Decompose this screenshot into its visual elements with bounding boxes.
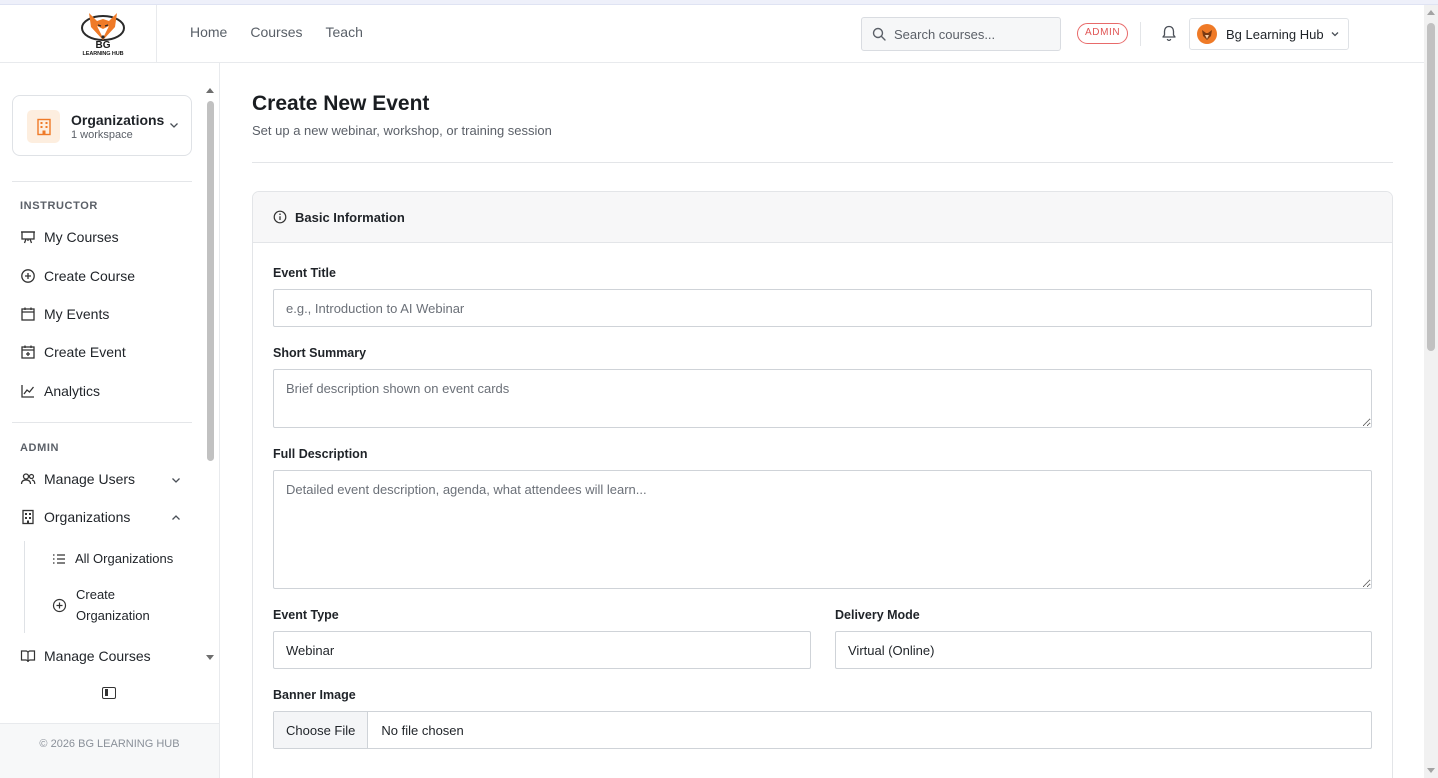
sidebar-divider (12, 422, 192, 423)
sidebar-item-label: My Events (44, 306, 110, 322)
organization-switcher[interactable]: Organizations 1 workspace (12, 95, 192, 156)
delivery-mode-value: Virtual (Online) (848, 642, 935, 658)
chevron-down-icon (170, 123, 178, 128)
page-subtitle: Set up a new webinar, workshop, or train… (252, 123, 552, 138)
nav-home[interactable]: Home (190, 24, 227, 40)
delivery-mode-label: Delivery Mode (835, 608, 920, 622)
presentation-icon (20, 229, 36, 245)
org-switcher-subtitle: 1 workspace (71, 129, 133, 141)
logo-area: BG LEARNING HUB (0, 5, 157, 62)
sidebar-item-label: Analytics (44, 383, 101, 399)
sidebar-item-my-events[interactable]: My Events (12, 299, 192, 329)
avatar (1197, 24, 1217, 44)
event-type-value: Webinar (286, 642, 335, 658)
bell-icon[interactable] (1160, 24, 1178, 42)
sidebar-item-label: Manage Courses (44, 648, 151, 664)
card-header: Basic Information (253, 192, 1392, 243)
delivery-mode-select[interactable]: Virtual (Online) (835, 631, 1372, 669)
event-title-input[interactable] (273, 289, 1372, 327)
nav-courses[interactable]: Courses (250, 24, 302, 40)
scroll-down-arrow-icon[interactable] (206, 655, 214, 660)
sidebar-item-create-event[interactable]: Create Event (12, 337, 192, 367)
brand-logo[interactable]: BG LEARNING HUB (76, 9, 130, 61)
sidebar-item-label: My Courses (44, 229, 119, 245)
page-scrollbar-thumb[interactable] (1427, 23, 1435, 351)
chevron-down-icon (172, 478, 180, 483)
sidebar-collapse-icon[interactable] (102, 687, 116, 699)
scroll-down-arrow-icon[interactable] (1427, 768, 1435, 773)
org-icon-tile (27, 110, 60, 143)
user-menu-button[interactable]: Bg Learning Hub (1189, 18, 1349, 50)
scroll-up-arrow-icon[interactable] (1427, 10, 1435, 15)
sidebar-item-label: Manage Users (44, 471, 136, 487)
search-icon (872, 27, 886, 41)
logo-text-hub: LEARNING HUB (82, 51, 124, 57)
nav-teach[interactable]: Teach (326, 24, 363, 40)
submenu-tree-line (24, 541, 25, 633)
fox-logo-icon (81, 13, 125, 41)
sidebar-item-label: Organizations (44, 509, 131, 525)
sidebar-item-label: Create Event (44, 344, 126, 360)
sidebar-item-label: Create Course (44, 268, 136, 284)
building-icon (36, 118, 51, 135)
sidebar-subitem-all-organizations[interactable]: All Organizations (44, 548, 194, 569)
sidebar-item-analytics[interactable]: Analytics (12, 376, 192, 406)
sidebar: Organizations 1 workspace INSTRUCTOR My … (0, 63, 220, 778)
user-name: Bg Learning Hub (1226, 26, 1324, 42)
chart-line-icon (20, 383, 36, 399)
building-icon (20, 509, 36, 525)
choose-file-button[interactable]: Choose File (274, 712, 369, 748)
sidebar-item-manage-users[interactable]: Manage Users (12, 464, 192, 494)
card-title: Basic Information (295, 210, 405, 225)
sidebar-subitem-label: Create Organization (76, 587, 150, 623)
chevron-down-icon (1331, 32, 1339, 37)
calendar-plus-icon (20, 344, 36, 360)
event-title-label: Event Title (273, 266, 336, 280)
short-summary-label: Short Summary (273, 346, 367, 360)
banner-image-file-input[interactable]: Choose File No file chosen (273, 711, 1372, 749)
page-divider (252, 162, 1393, 163)
chevron-up-icon (172, 515, 180, 520)
book-icon (20, 648, 36, 664)
section-heading-instructor: INSTRUCTOR (20, 200, 98, 212)
plus-circle-icon (20, 268, 36, 284)
sidebar-item-my-courses[interactable]: My Courses (12, 222, 192, 252)
plus-circle-icon (52, 598, 67, 612)
basic-information-card: Basic Information Event Title Short Summ… (252, 191, 1393, 778)
scroll-up-arrow-icon[interactable] (206, 88, 214, 93)
banner-image-label: Banner Image (273, 688, 356, 702)
search-box[interactable] (861, 17, 1061, 51)
header-separator (1140, 22, 1141, 46)
event-type-select[interactable]: Webinar (273, 631, 811, 669)
short-summary-textarea[interactable] (273, 369, 1372, 428)
users-icon (20, 471, 36, 487)
sidebar-subitem-label: All Organizations (75, 551, 174, 566)
sidebar-item-manage-courses[interactable]: Manage Courses (12, 641, 192, 671)
top-header: BG LEARNING HUB Home Courses Teach ADMIN… (0, 5, 1424, 63)
search-input[interactable] (894, 26, 1054, 42)
sidebar-scrollbar-thumb[interactable] (207, 101, 214, 461)
fox-avatar-icon (1202, 30, 1212, 40)
sidebar-item-create-course[interactable]: Create Course (12, 261, 192, 291)
full-description-textarea[interactable] (273, 470, 1372, 589)
org-switcher-title: Organizations (71, 112, 165, 128)
sidebar-subitem-create-organization[interactable]: Create Organization (44, 584, 194, 626)
event-type-label: Event Type (273, 608, 339, 622)
page-title: Create New Event (252, 92, 430, 115)
page-scrollbar[interactable] (1424, 5, 1438, 778)
calendar-icon (20, 306, 36, 322)
sidebar-item-organizations[interactable]: Organizations (12, 502, 192, 532)
logo-text-bg: BG (95, 40, 111, 51)
info-icon (273, 210, 287, 224)
main-nav: Home Courses Teach (190, 24, 386, 40)
sidebar-divider (12, 181, 192, 182)
full-description-label: Full Description (273, 447, 368, 461)
sidebar-scrollbar[interactable] (205, 85, 215, 660)
list-icon (53, 553, 65, 564)
sidebar-footer: © 2026 BG LEARNING HUB (0, 723, 219, 778)
section-heading-admin: ADMIN (20, 442, 60, 454)
role-badge: ADMIN (1077, 23, 1129, 44)
file-status-text: No file chosen (381, 722, 464, 738)
